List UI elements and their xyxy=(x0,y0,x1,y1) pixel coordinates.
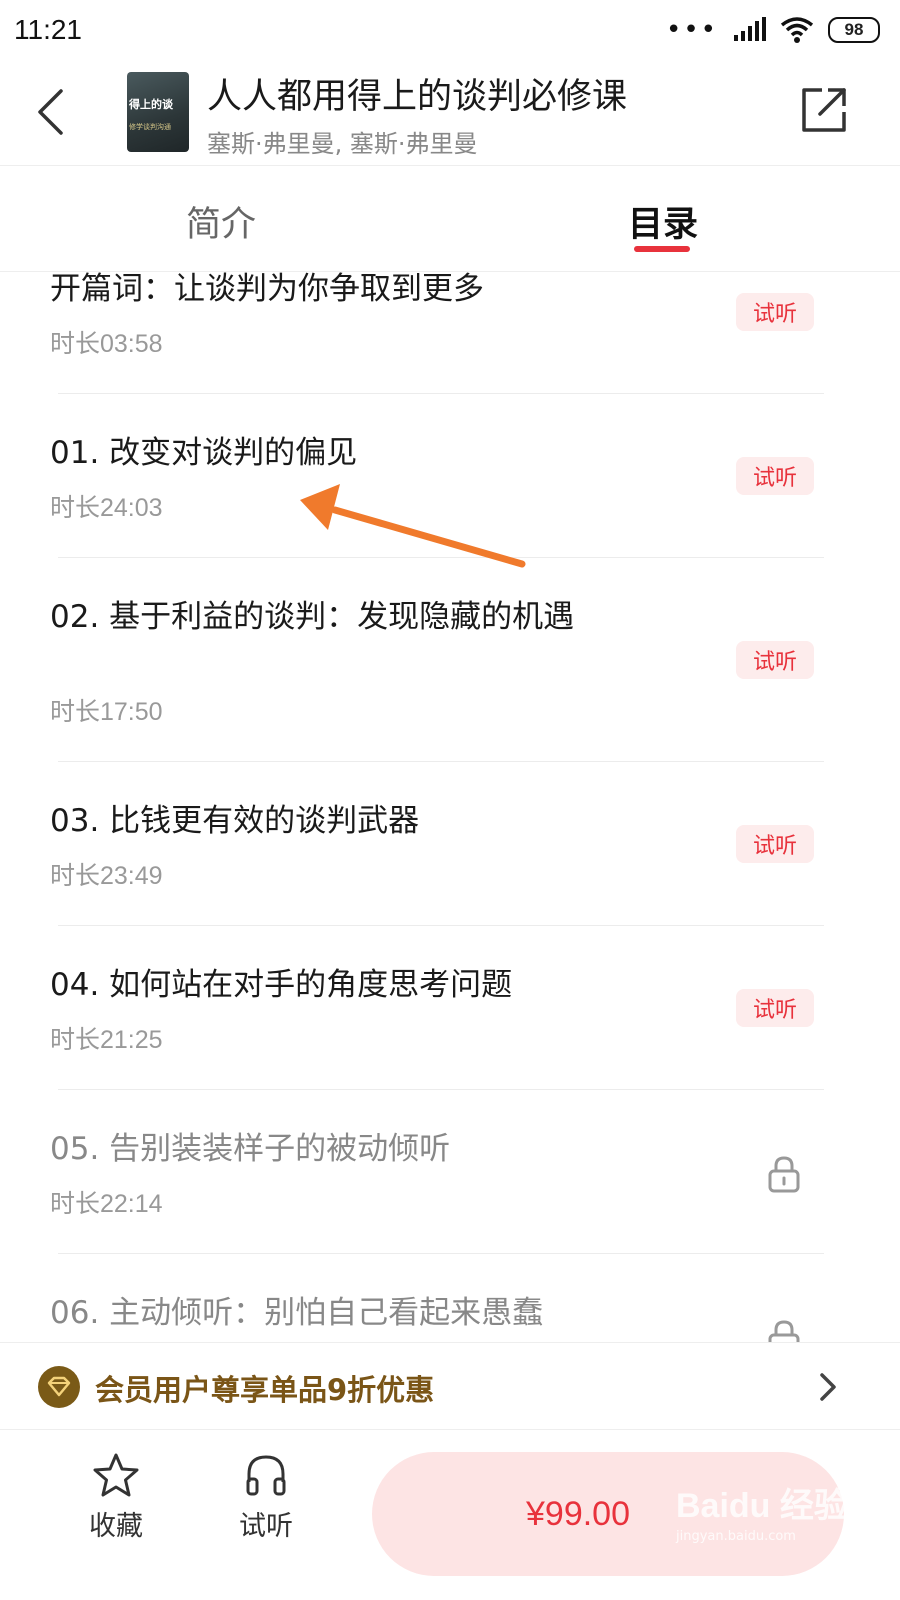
battery-indicator: 98 xyxy=(828,17,880,43)
member-discount-text: 会员用户尊享单品9折优惠 xyxy=(95,1373,435,1407)
cover-title-text: 得上的谈 xyxy=(129,98,173,111)
share-button[interactable] xyxy=(798,84,850,136)
list-item[interactable]: 04. 如何站在对手的角度思考问题 时长21:25 试听 xyxy=(0,926,900,1090)
listen-label: 试听 xyxy=(239,1511,293,1542)
status-time: 11:21 xyxy=(14,14,82,45)
baidu-watermark: Baidu 经验 jingyan.baidu.com xyxy=(676,1478,848,1544)
episode-duration: 时长23:49 xyxy=(50,862,163,890)
favorite-button[interactable]: 收藏 xyxy=(56,1452,176,1562)
list-item[interactable]: 03. 比钱更有效的谈判武器 时长23:49 试听 xyxy=(0,762,900,926)
price-text: ¥99.00 xyxy=(526,1494,630,1533)
episode-title: 03. 比钱更有效的谈判武器 xyxy=(50,803,420,839)
book-header: 得上的谈 修学谈判沟通 人人都用得上的谈判必修课 塞斯·弗里曼, 塞斯·弗里曼 xyxy=(0,62,900,166)
headphones-icon xyxy=(246,1455,286,1496)
list-item[interactable]: 02. 基于利益的谈判：发现隐藏的机遇 时长17:50 试听 xyxy=(0,558,900,762)
active-tab-indicator xyxy=(634,246,690,252)
trial-badge[interactable]: 试听 xyxy=(736,989,814,1027)
status-bar: 11:21 ••• 98 xyxy=(0,0,900,60)
wifi-icon xyxy=(780,17,814,43)
vip-diamond-icon xyxy=(38,1366,80,1408)
episode-title: 01. 改变对谈判的偏见 xyxy=(50,435,358,471)
episode-duration: 时长22:14 xyxy=(50,1190,163,1218)
episode-title: 04. 如何站在对手的角度思考问题 xyxy=(50,967,513,1003)
chevron-left-icon xyxy=(38,89,63,135)
share-icon xyxy=(802,88,846,132)
status-icons: ••• 98 xyxy=(666,14,880,46)
episode-duration: 时长21:25 xyxy=(50,1026,163,1054)
tab-catalog[interactable]: 目录 xyxy=(628,196,698,247)
favorite-label: 收藏 xyxy=(89,1511,143,1542)
star-icon xyxy=(93,1453,139,1497)
trial-badge[interactable]: 试听 xyxy=(736,641,814,679)
episode-title: 开篇词：让谈判为你争取到更多 xyxy=(50,272,484,307)
episode-duration: 时长03:58 xyxy=(50,330,163,358)
signal-icon xyxy=(734,17,766,41)
cover-subtitle-text: 修学谈判沟通 xyxy=(129,123,171,131)
list-item[interactable]: 开篇词：让谈判为你争取到更多 时长03:58 试听 xyxy=(0,272,900,394)
episode-duration: 时长24:03 xyxy=(50,494,163,522)
watermark-main-text: Baidu 经验 xyxy=(676,1487,848,1525)
trial-badge[interactable]: 试听 xyxy=(736,825,814,863)
list-item[interactable]: 01. 改变对谈判的偏见 时长24:03 试听 xyxy=(0,394,900,558)
more-dots-icon: ••• xyxy=(665,15,718,45)
listen-button[interactable]: 试听 xyxy=(206,1452,326,1562)
book-author: 塞斯·弗里曼, 塞斯·弗里曼 xyxy=(207,130,478,158)
book-cover[interactable]: 得上的谈 修学谈判沟通 xyxy=(127,72,189,152)
list-item[interactable]: 05. 告别装装样子的被动倾听 时长22:14 xyxy=(0,1090,900,1254)
back-button[interactable] xyxy=(30,84,70,140)
lock-icon xyxy=(768,1156,800,1193)
trial-badge[interactable]: 试听 xyxy=(736,293,814,331)
episode-title: 06. 主动倾听：别怕自己看起来愚蠢 xyxy=(50,1295,544,1331)
lock-icon xyxy=(768,1320,800,1342)
tab-intro[interactable]: 简介 xyxy=(186,196,256,247)
episode-title: 02. 基于利益的谈判：发现隐藏的机遇 xyxy=(50,599,575,635)
episode-title: 05. 告别装装样子的被动倾听 xyxy=(50,1131,451,1167)
member-discount-banner[interactable]: 会员用户尊享单品9折优惠 xyxy=(0,1342,900,1430)
trial-badge[interactable]: 试听 xyxy=(736,457,814,495)
tab-bar: 简介 目录 xyxy=(0,166,900,272)
watermark-sub-text: jingyan.baidu.com xyxy=(676,1529,796,1544)
book-title: 人人都用得上的谈判必修课 xyxy=(207,77,628,117)
episode-list[interactable]: 开篇词：让谈判为你争取到更多 时长03:58 试听 01. 改变对谈判的偏见 时… xyxy=(0,272,900,1342)
list-item[interactable]: 06. 主动倾听：别怕自己看起来愚蠢 xyxy=(0,1254,900,1342)
chevron-right-icon xyxy=(820,1373,836,1401)
episode-duration: 时长17:50 xyxy=(50,698,163,726)
bottom-action-bar: 收藏 试听 ¥99.00 Baidu 经验 jingyan.baidu.com xyxy=(0,1430,900,1600)
